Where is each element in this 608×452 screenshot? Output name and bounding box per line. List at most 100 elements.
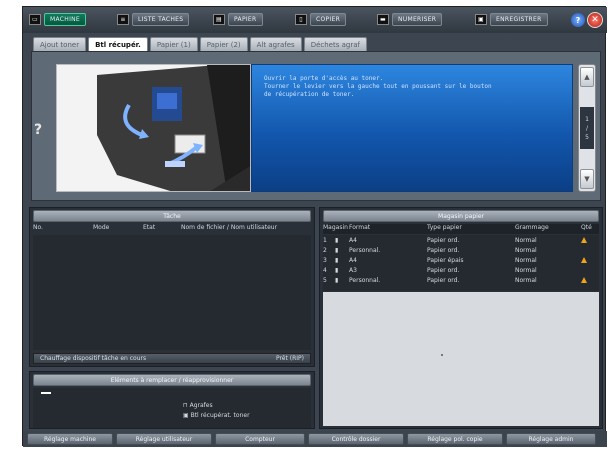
tray-weight: Normal (515, 267, 537, 274)
store-label: ENREGISTRER (490, 13, 548, 26)
user-settings-button[interactable]: Réglage utilisateur (116, 433, 212, 445)
warning-icon (581, 257, 587, 263)
tab-paper-2[interactable]: Papier (2) (199, 37, 248, 51)
tray-weight: Normal (515, 277, 537, 284)
job-panel-title: Tâche (33, 210, 311, 222)
job-column-headers: No. Mode Etat Nom de fichier / Nom utili… (33, 224, 309, 234)
tray-low-paper-warning (581, 267, 595, 277)
tray-number: 3 (323, 257, 327, 264)
folder-control-button[interactable]: Contrôle dossier (308, 433, 404, 445)
tray-detail-area (323, 292, 599, 426)
job-status-label: Chauffage dispositif tâche en cours (40, 355, 147, 362)
tray-format: A4 (349, 237, 357, 244)
tray-low-paper-warning (581, 237, 595, 247)
tray-paper-type: Papier ord. (427, 277, 460, 284)
machine-label: MACHINE (44, 13, 87, 26)
tray-number: 2 (323, 247, 327, 254)
job-list[interactable] (33, 235, 311, 350)
tray-icon: ▮ (335, 257, 339, 264)
page-separator: / (585, 124, 589, 132)
job-status-value: Prêt (RIP) (275, 355, 304, 362)
tab-staple-waste[interactable]: Déchets agraf (303, 37, 367, 51)
detail-dot (441, 354, 443, 356)
job-status-bar: Chauffage dispositif tâche en cours Prêt… (33, 353, 311, 364)
tray-format: A3 (349, 267, 357, 274)
help-button[interactable]: ? (571, 13, 585, 27)
tray-row[interactable]: 1 ▮ A4 Papier ord. Normal (323, 237, 595, 247)
copy-icon: ▯ (295, 14, 307, 25)
page-indicator: 1 / 5 (580, 107, 594, 149)
tray-row[interactable]: 3 ▮ A4 Papier épais Normal (323, 257, 595, 267)
tray-number: 5 (323, 277, 327, 284)
col-no: No. (33, 224, 43, 231)
scroll-down-button[interactable]: ▼ (580, 169, 594, 189)
job-panel: Tâche No. Mode Etat Nom de fichier / Nom… (29, 207, 315, 367)
tray-icon: ▮ (335, 237, 339, 244)
job-list-button[interactable]: ≡ LISTE TACHES (117, 11, 190, 28)
paper-button[interactable]: ▤ PAPIER (213, 11, 263, 28)
machine-settings-button[interactable]: Réglage machine (27, 433, 113, 445)
consumable-tabs: Ajout toner Btl récupér. Papier (1) Papi… (33, 37, 367, 51)
col-format: Format (349, 224, 371, 231)
tray-paper-type: Papier ord. (427, 247, 460, 254)
tray-row[interactable]: 2 ▮ Personnal. Papier ord. Normal (323, 247, 595, 257)
job-list-label: LISTE TACHES (132, 13, 190, 26)
screen: ▭ MACHINE ≡ LISTE TACHES ▤ PAPIER ▯ COPI… (22, 6, 607, 447)
counter-button[interactable]: Compteur (215, 433, 305, 445)
copy-label: COPIER (310, 13, 347, 26)
tray-low-paper-warning (581, 277, 595, 287)
tray-column-headers: Magasin Format Type papier Grammage Qté (323, 224, 599, 234)
col-file-user: Nom de fichier / Nom utilisateur (181, 224, 278, 231)
tray-number: 1 (323, 237, 327, 244)
admin-settings-button[interactable]: Réglage admin (506, 433, 596, 445)
staple-icon: ⊓ (183, 402, 190, 409)
tray-format: Personnal. (349, 277, 381, 284)
tray-number: 4 (323, 267, 327, 274)
store-icon: ▣ (475, 14, 487, 25)
consumables-title: Eléments à remplacer / réapprovisionner (33, 374, 311, 386)
col-paper-type: Type papier (427, 224, 462, 231)
job-list-icon: ≡ (117, 14, 129, 25)
store-button[interactable]: ▣ ENREGISTRER (475, 11, 548, 28)
consumables-list: ⊓ Agrafes ▣ Btl récupérat. toner (33, 388, 311, 428)
page-current: 1 (585, 115, 589, 123)
instruction-box: Ouvrir la porte d'accès au toner. Tourne… (251, 64, 573, 192)
col-weight: Grammage (515, 224, 549, 231)
consumable-item-staples: ⊓ Agrafes (183, 402, 213, 409)
tab-add-toner[interactable]: Ajout toner (33, 37, 87, 51)
consumable-item-waste-toner: ▣ Btl récupérat. toner (183, 412, 250, 419)
tray-icon: ▮ (335, 247, 339, 254)
close-button[interactable]: ✕ (587, 12, 603, 28)
tab-staples[interactable]: Alt agrafes (249, 37, 302, 51)
scroll-up-button[interactable]: ▲ (580, 67, 594, 87)
tray-row[interactable]: 5 ▮ Personnal. Papier ord. Normal (323, 277, 595, 287)
col-status: Etat (143, 224, 156, 231)
consumables-panel: Eléments à remplacer / réapprovisionner … (29, 371, 315, 429)
scan-icon: ▬ (377, 14, 389, 25)
scan-label: NUMERISER (392, 13, 443, 26)
guide-scrollbar[interactable]: ▲ 1 / 5 ▼ (578, 64, 596, 192)
tab-paper-1[interactable]: Papier (1) (149, 37, 198, 51)
warning-icon (581, 277, 587, 283)
tray-weight: Normal (515, 247, 537, 254)
tray-paper-type: Papier ord. (427, 267, 460, 274)
paper-label: PAPIER (228, 13, 263, 26)
tray-low-paper-warning (581, 257, 595, 267)
copy-policy-button[interactable]: Réglage pol. copie (407, 433, 503, 445)
machine-illustration (56, 64, 251, 192)
warning-icon (581, 237, 587, 243)
bottom-bar: Réglage machine Réglage utilisateur Comp… (23, 431, 607, 447)
copy-button[interactable]: ▯ COPIER (295, 11, 347, 28)
toner-door-illustration (57, 65, 250, 191)
tray-row[interactable]: 4 ▮ A3 Papier ord. Normal (323, 267, 595, 277)
machine-icon: ▭ (29, 14, 41, 25)
page-total: 5 (585, 133, 589, 141)
tray-format: Personnal. (349, 247, 381, 254)
tab-waste-bottle[interactable]: Btl récupér. (88, 37, 148, 51)
instruction-text: Ouvrir la porte d'accès au toner. Tourne… (264, 75, 492, 98)
scan-button[interactable]: ▬ NUMERISER (377, 11, 443, 28)
help-icon[interactable]: ? (34, 122, 42, 138)
tray-paper-type: Papier épais (427, 257, 464, 264)
machine-button[interactable]: ▭ MACHINE (29, 11, 87, 28)
waste-bottle-icon: ▣ (183, 412, 191, 419)
